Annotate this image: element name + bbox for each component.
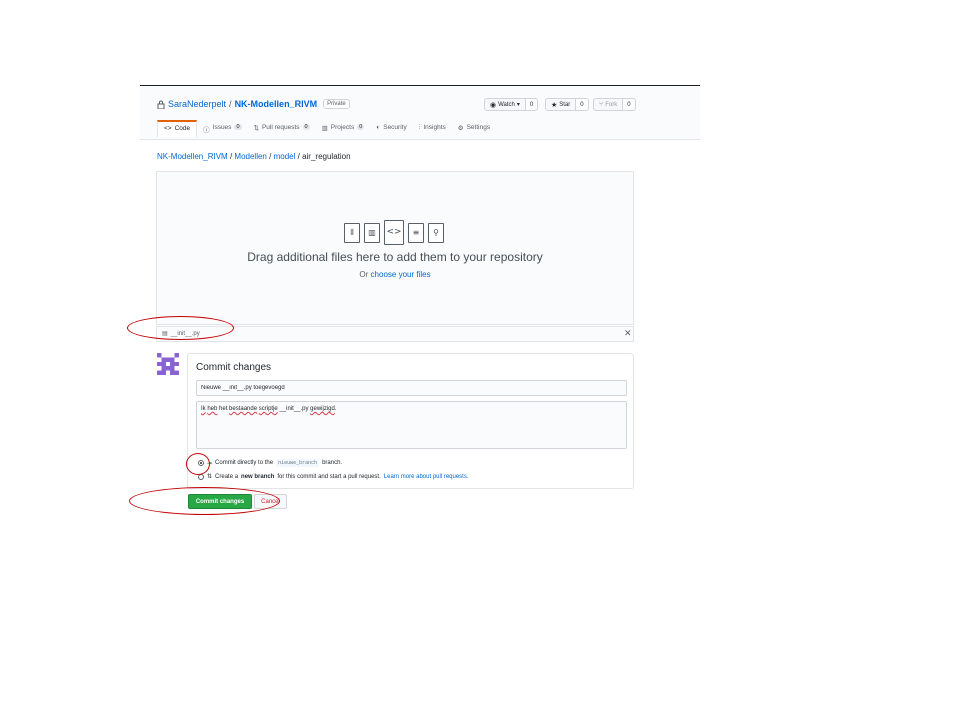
shield-icon: ◐ (376, 124, 381, 131)
commit-heading: Commit changes (196, 362, 272, 373)
desc-word: het (219, 406, 228, 412)
tab-pull-requests-label: Pull requests (261, 124, 300, 131)
commit-description-textarea[interactable]: Ik heb het bestaande scriptje __init__.p… (196, 401, 627, 449)
code-file-icon: <> (384, 220, 404, 245)
fork-icon: ⑂ (599, 101, 604, 108)
repo-name-link[interactable]: NK-Modellen_RIVM (235, 99, 318, 109)
star-count[interactable]: 0 (576, 98, 589, 111)
pdf-file-icon: ⚲ (428, 222, 444, 243)
tab-issues-label: Issues (212, 124, 232, 131)
watch-button[interactable]: ◉ Watch ▾ (484, 98, 526, 111)
issue-icon: ⓘ (203, 127, 210, 134)
uploaded-file: ▤ __init__.py (162, 330, 200, 338)
uploaded-file-row (156, 326, 634, 342)
project-icon: ▥ (321, 125, 328, 132)
text-file-icon: ≡ (408, 222, 424, 243)
remove-file-close-icon[interactable]: ✕ (624, 328, 632, 339)
branch-name: nieuwe_branch (276, 459, 320, 467)
fork-label: Fork (605, 101, 618, 108)
gear-icon: ⚙ (457, 125, 464, 132)
commit-direct-option[interactable]: ⊸ Commit directly to the nieuwe_branch b… (198, 459, 342, 467)
new-branch-radio[interactable] (198, 473, 204, 480)
commit-icon: ⊸ (207, 460, 213, 467)
zip-file-icon: ⫴ (344, 222, 360, 243)
uploaded-file-name: __init__.py (170, 330, 200, 337)
watch-group: ◉ Watch ▾ 0 (484, 98, 539, 111)
commit-direct-pre: Commit directly to the (215, 460, 274, 466)
breadcrumb-separator: / (229, 152, 233, 161)
chevron-down-icon: ▾ (516, 102, 520, 108)
tab-insights-label: Insights (423, 124, 446, 131)
tab-issues-count: 0 (234, 124, 242, 130)
chart-file-icon: ▥ (364, 222, 380, 243)
tab-pull-requests-count: 0 (302, 124, 310, 130)
learn-more-link[interactable]: Learn more about pull requests. (384, 474, 469, 480)
desc-word: gewijzigd (310, 406, 335, 412)
lock-icon (157, 100, 165, 109)
new-branch-pre: Create a (215, 473, 239, 480)
code-icon: <> (164, 125, 172, 132)
tab-security[interactable]: ◐ Security (370, 120, 412, 139)
cancel-button[interactable]: Cancel (254, 494, 287, 509)
tab-settings-label: Settings (466, 124, 491, 131)
star-label: Star (559, 101, 571, 108)
breadcrumb-current: air_regulation (302, 152, 351, 161)
breadcrumb-separator: / (269, 152, 272, 161)
dropzone-or: Or (359, 270, 369, 279)
desc-period: . (334, 406, 337, 412)
watch-count[interactable]: 0 (525, 98, 539, 111)
tab-security-label: Security (383, 124, 407, 131)
tab-code-label: Code (174, 125, 191, 132)
commit-message-input[interactable] (196, 380, 627, 396)
dropzone-title: Drag additional files here to add them t… (247, 250, 543, 264)
star-button[interactable]: ★ Star (545, 98, 577, 111)
file-type-icons: ⫴ ▥ <> ≡ ⚲ (344, 220, 444, 245)
tab-projects[interactable]: ▥ Projects 0 (316, 120, 371, 139)
breadcrumb-modellen[interactable]: Modellen (234, 152, 266, 161)
desc-word: scriptje (258, 406, 278, 412)
repo-owner-link[interactable]: SaraNederpelt (168, 99, 226, 109)
desc-word: bestaande (229, 406, 258, 412)
eye-icon: ◉ (490, 101, 497, 109)
tab-insights[interactable]: ⫶ Insights (413, 120, 452, 139)
watch-label: Watch (498, 101, 515, 108)
repo-title: SaraNederpelt / NK-Modellen_RIVM Private (157, 99, 350, 109)
breadcrumb-separator: / (297, 152, 300, 161)
tab-issues[interactable]: ⓘ Issues 0 (197, 120, 247, 139)
breadcrumb-model[interactable]: model (274, 152, 296, 161)
tab-settings[interactable]: ⚙ Settings (452, 120, 496, 139)
tab-projects-label: Projects (330, 124, 355, 131)
desc-word: heb (207, 406, 218, 412)
new-branch-option[interactable]: ⇅ Create a new branch for this commit an… (198, 473, 469, 480)
commit-changes-button[interactable]: Commit changes (188, 494, 252, 509)
desc-filename: __init__.py (279, 406, 309, 412)
tab-code[interactable]: <> Code (157, 120, 198, 137)
star-group: ★ Star 0 (545, 98, 589, 111)
fork-count[interactable]: 0 (623, 98, 636, 111)
new-branch-post: for this commit and start a pull request… (277, 473, 381, 480)
repo-nav-tabs: <> Code ⓘ Issues 0 ⇅ Pull requests 0 ▥ P… (157, 120, 496, 139)
new-branch-bold: new branch (241, 473, 275, 480)
commit-direct-radio[interactable] (198, 460, 204, 466)
tab-projects-count: 0 (357, 124, 365, 130)
breadcrumb-root[interactable]: NK-Modellen_RIVM (157, 152, 228, 161)
star-icon: ★ (551, 101, 558, 109)
avatar (157, 353, 179, 375)
tab-pull-requests[interactable]: ⇅ Pull requests 0 (248, 120, 316, 139)
breadcrumb: NK-Modellen_RIVM / Modellen / model / ai… (157, 152, 351, 161)
fork-group: ⑂ Fork 0 (593, 98, 636, 111)
fork-button[interactable]: ⑂ Fork (593, 98, 624, 111)
file-icon: ▤ (162, 331, 168, 337)
commit-direct-post: branch. (322, 460, 343, 466)
graph-icon: ⫶ (418, 124, 421, 131)
desc-word: Ik (201, 406, 206, 412)
private-badge: Private (323, 99, 350, 109)
dropzone-choose: Or choose your files (156, 270, 634, 279)
choose-files-link[interactable]: choose your files (371, 270, 431, 279)
pull-request-icon: ⇅ (253, 125, 259, 132)
pull-request-icon: ⇅ (207, 474, 213, 480)
file-dropzone[interactable] (156, 171, 634, 325)
repo-title-separator: / (229, 99, 232, 109)
